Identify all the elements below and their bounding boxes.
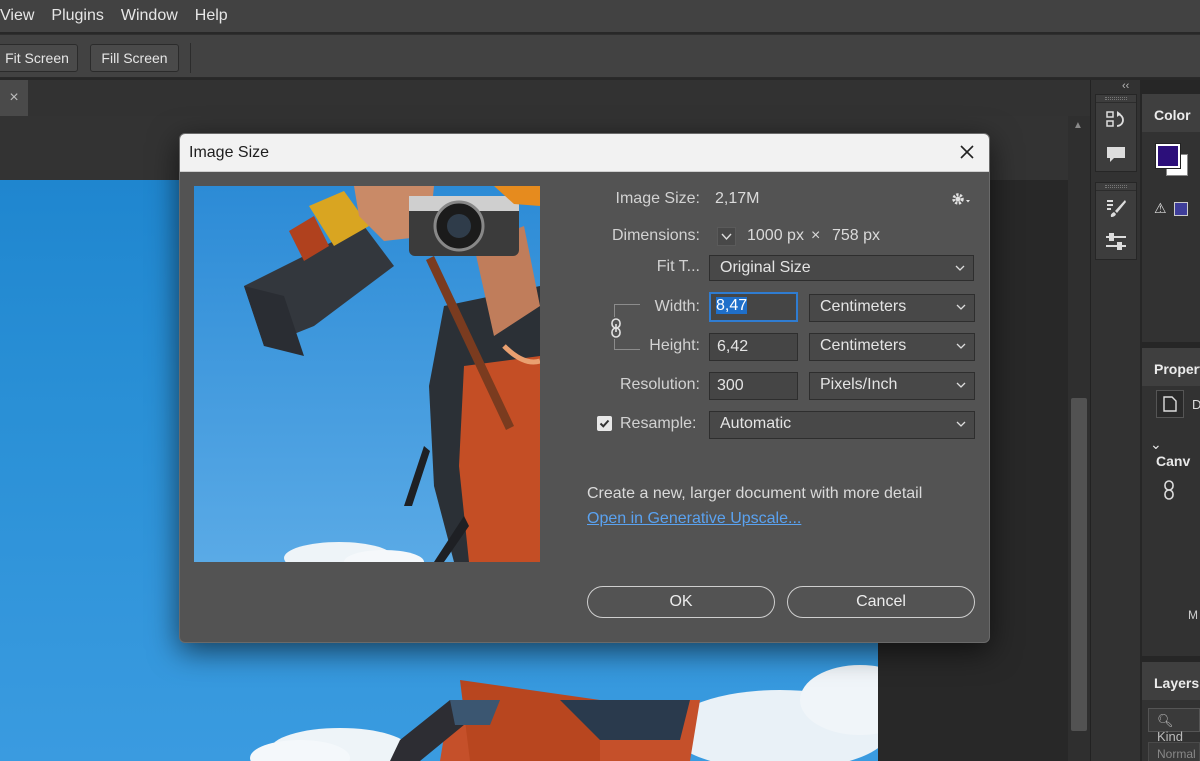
chevron-down-icon — [956, 421, 966, 427]
adjustments-sliders-icon[interactable] — [1096, 225, 1136, 259]
width-unit-select[interactable]: Centimeters — [809, 294, 975, 322]
dimensions-label: Dimensions: — [611, 227, 700, 244]
resolution-label: Resolution: — [619, 376, 700, 393]
chevron-down-icon: ⌄ — [1150, 436, 1162, 452]
document-icon — [1156, 390, 1184, 418]
height-unit-value: Centimeters — [820, 337, 907, 354]
width-label: Width: — [654, 298, 700, 315]
gamut-color-swatch[interactable] — [1174, 202, 1188, 216]
blend-mode-select[interactable]: Normal — [1148, 742, 1200, 761]
menu-bar: View Plugins Window Help — [0, 0, 1200, 32]
color-panel-tab[interactable]: Color — [1142, 94, 1200, 132]
chevron-down-icon — [956, 304, 966, 310]
tool-group-2 — [1095, 182, 1137, 260]
generative-upscale-link[interactable]: Open in Generative Upscale... — [587, 510, 801, 528]
right-panels: Color ⚠ Propert D ⌄ Canv M Layers 🔍︎ Kin… — [1140, 80, 1200, 761]
cancel-button[interactable]: Cancel — [787, 586, 975, 618]
history-icon[interactable] — [1096, 103, 1136, 137]
resolution-unit-select[interactable]: Pixels/Inch — [809, 372, 975, 400]
constrain-proportions-link-icon[interactable] — [606, 317, 626, 339]
layers-panel: Layers 🔍︎ Kind Normal — [1142, 662, 1200, 761]
foreground-color-swatch[interactable] — [1155, 143, 1181, 169]
fill-screen-button[interactable]: Fill Screen — [90, 44, 179, 72]
canvas-mode-label: M — [1188, 608, 1198, 622]
link-icon[interactable] — [1162, 480, 1176, 503]
width-unit-value: Centimeters — [820, 298, 907, 315]
resolution-input-value: 300 — [717, 377, 744, 394]
dialog-title: Image Size — [189, 144, 270, 161]
checkmark-icon — [599, 419, 610, 428]
tool-group-grip[interactable] — [1096, 95, 1136, 103]
preview-photo-illustration — [194, 186, 540, 562]
resolution-unit-value: Pixels/Inch — [820, 376, 898, 393]
resample-method-select[interactable]: Automatic — [709, 411, 975, 439]
options-bar: Fit Screen Fill Screen — [0, 34, 1200, 78]
chevron-down-icon — [956, 382, 966, 388]
chevron-down-icon — [955, 265, 965, 271]
canvas-vertical-scrollbar[interactable]: ▲ — [1068, 116, 1090, 761]
fit-screen-button[interactable]: Fit Screen — [0, 44, 78, 72]
brush-settings-icon[interactable] — [1096, 191, 1136, 225]
gear-icon[interactable] — [950, 191, 972, 210]
menu-help[interactable]: Help — [195, 7, 228, 25]
image-size-value: 2,17M — [715, 190, 760, 207]
tool-group-grip[interactable] — [1096, 183, 1136, 191]
properties-panel-tab[interactable]: Propert — [1142, 348, 1200, 386]
layer-kind-filter[interactable]: 🔍︎ Kind — [1148, 708, 1200, 744]
dimensions-height-value: 758 px — [832, 227, 881, 244]
resample-method-value: Automatic — [720, 415, 792, 432]
menu-view[interactable]: View — [0, 7, 34, 25]
collapse-panels-icon[interactable]: ‹‹ — [1122, 80, 1129, 92]
dimensions-times: × — [811, 227, 821, 244]
height-unit-select[interactable]: Centimeters — [809, 333, 975, 361]
ok-button[interactable]: OK — [587, 586, 775, 618]
tool-group-1 — [1095, 94, 1137, 172]
document-tab-close-icon[interactable]: × — [0, 80, 28, 116]
height-label: Height: — [649, 337, 700, 354]
menu-window[interactable]: Window — [121, 7, 178, 25]
canvas-section-header[interactable]: ⌄ Canv — [1150, 436, 1200, 469]
fit-to-select[interactable]: Original Size — [709, 255, 974, 281]
warning-icon[interactable]: ⚠ — [1154, 200, 1167, 217]
resample-checkbox[interactable] — [597, 416, 612, 431]
fit-to-label: Fit T... — [656, 258, 700, 275]
resolution-input[interactable]: 300 — [709, 372, 798, 400]
close-icon[interactable] — [955, 140, 979, 164]
image-size-label: Image Size: — [615, 190, 700, 207]
scrollbar-thumb[interactable] — [1071, 398, 1087, 731]
height-input[interactable]: 6,42 — [709, 333, 798, 361]
height-input-value: 6,42 — [717, 338, 749, 355]
width-input[interactable]: 8,47 — [709, 292, 798, 322]
width-input-value: 8,47 — [716, 297, 748, 314]
resample-label[interactable]: Resample: — [620, 415, 696, 433]
document-tab-bar: × — [0, 80, 1090, 116]
panel-icon-strip: ‹‹ — [1090, 80, 1140, 761]
chevron-down-icon — [721, 233, 732, 241]
dimensions-unit-dropdown[interactable] — [717, 227, 736, 246]
properties-panel: Propert D ⌄ Canv M — [1142, 348, 1200, 656]
fit-to-value: Original Size — [720, 259, 811, 276]
image-preview[interactable] — [194, 186, 540, 562]
scroll-up-icon[interactable]: ▲ — [1073, 120, 1083, 131]
image-size-dialog: Image Size Image Size: 2,17M Dimensions:… — [179, 133, 990, 643]
search-icon: 🔍︎ — [1157, 713, 1174, 728]
properties-doc-label: D — [1192, 397, 1200, 412]
color-panel: Color ⚠ — [1142, 94, 1200, 342]
dialog-title-bar[interactable]: Image Size — [180, 134, 989, 172]
upscale-description: Create a new, larger document with more … — [587, 485, 923, 502]
canvas-section-label: Canv — [1156, 453, 1191, 469]
menu-plugins[interactable]: Plugins — [51, 7, 103, 25]
options-separator — [190, 43, 191, 73]
comments-icon[interactable] — [1096, 137, 1136, 171]
dimensions-width-value: 1000 px — [747, 227, 804, 244]
chevron-down-icon — [956, 343, 966, 349]
layers-panel-tab[interactable]: Layers — [1142, 662, 1200, 700]
